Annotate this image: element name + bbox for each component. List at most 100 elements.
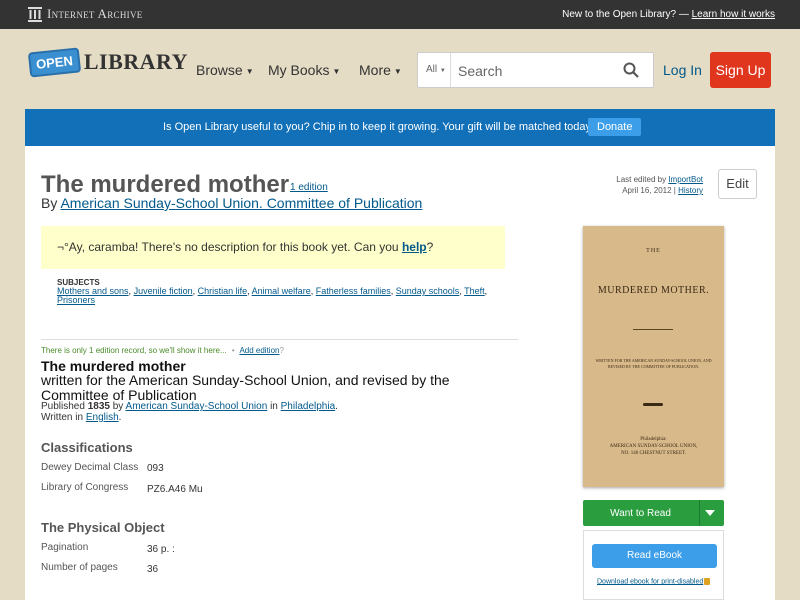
published-year: 1835 (87, 401, 110, 412)
search-icon[interactable] (623, 62, 639, 78)
language-link[interactable]: English (86, 412, 119, 423)
last-edited-prefix: Last edited by (616, 175, 667, 184)
dropdown-arrow-icon[interactable] (705, 510, 715, 516)
subject-link[interactable]: Fatherless families (316, 286, 391, 296)
bullet-separator: • (231, 346, 235, 355)
edition-subtitle: written for the American Sunday-School U… (41, 372, 450, 403)
section-divider (41, 339, 518, 340)
last-edited-info: Last edited by ImportBot April 16, 2012 … (616, 174, 703, 196)
cover-text-the: THE (646, 248, 661, 254)
publisher-link[interactable]: American Sunday-School Union (126, 401, 268, 412)
author-link[interactable]: American Sunday-School Union. Committee … (60, 195, 422, 211)
nav-browse[interactable]: Browse ▼ (196, 62, 254, 78)
download-print-disabled: Download ebook for print-disabled (597, 578, 711, 585)
history-link[interactable]: History (678, 186, 703, 195)
login-link[interactable]: Log In (663, 62, 702, 78)
published-in: in (270, 401, 278, 412)
signup-button[interactable]: Sign Up (710, 52, 771, 88)
subject-link[interactable]: Juvenile fiction (134, 286, 193, 296)
nav-my-books-label: My Books (268, 62, 330, 78)
pages-value: 36 (147, 564, 159, 575)
pagination-label: Pagination (41, 542, 89, 553)
subject-link[interactable]: Animal welfare (252, 286, 311, 296)
editions-link[interactable]: 1 edition (290, 182, 328, 193)
logo-open-sign: OPEN (27, 46, 82, 78)
new-user-prompt: New to the Open Library? — Learn how it … (562, 9, 775, 20)
download-link[interactable]: Download ebook for print-disabled (597, 578, 703, 585)
dewey-value: 093 (147, 463, 164, 474)
classifications-heading: Classifications (41, 440, 133, 455)
last-edited-by-link[interactable]: ImportBot (668, 175, 703, 184)
edition-language: Written in English. (41, 412, 122, 423)
internet-archive-bar: Internet Archive New to the Open Library… (0, 0, 800, 29)
new-user-text: New to the Open Library? — (562, 9, 689, 20)
ebook-panel: Read eBook Download ebook for print-disa… (583, 530, 724, 600)
chevron-down-icon: ▼ (245, 66, 254, 76)
subject-link[interactable]: Theft (464, 286, 485, 296)
last-edited-date: April 16, 2012 | (622, 186, 676, 195)
single-edition-text: There is only 1 edition record, so we'll… (41, 346, 227, 355)
subject-link[interactable]: Christian life (198, 286, 248, 296)
cover-text-publisher: AMERICAN SUNDAY-SCHOOL UNION, (609, 444, 698, 449)
pagination-value: 36 p. : (147, 544, 175, 555)
subjects-list: Mothers and sons, Juvenile fiction, Chri… (57, 286, 488, 305)
cover-text-address: NO. 146 CHESTNUT STREET. (621, 451, 686, 456)
published-prefix: Published (41, 401, 85, 412)
internet-archive-label: Internet Archive (47, 6, 143, 21)
chevron-down-icon: ▼ (393, 66, 402, 76)
nav-more-label: More (359, 62, 391, 78)
help-link[interactable]: help (402, 240, 427, 254)
archive-building-icon (28, 6, 42, 22)
book-content: The murdered mother 1 edition By America… (25, 146, 775, 600)
nav-browse-label: Browse (196, 62, 243, 78)
published-by: by (112, 401, 124, 412)
cover-text-title: MURDERED MOTHER. (597, 285, 710, 296)
search-scope-select[interactable]: All ▼ (418, 53, 451, 87)
donation-text: Is Open Library useful to you? Chip in t… (163, 121, 595, 133)
help-suffix: ? (426, 240, 434, 254)
subject-link[interactable]: Sunday schools (396, 286, 460, 296)
chevron-down-icon: ▼ (439, 68, 446, 74)
physical-heading: The Physical Object (41, 520, 165, 535)
cover-text-written: WRITTEN FOR THE AMERICAN SUNDAY-SCHOOL U… (595, 358, 712, 369)
search-box: All ▼ Search (417, 52, 654, 88)
learn-how-link[interactable]: Learn how it works (692, 9, 775, 20)
want-to-read-button[interactable]: Want to Read (583, 500, 724, 526)
loc-label: Library of Congress (41, 482, 129, 493)
single-edition-notice: There is only 1 edition record, so we'll… (41, 346, 284, 355)
no-description-notice: ¬°Ay, caramba! There's no description fo… (41, 226, 505, 269)
subjects-section: SUBJECTS Mothers and sons, Juvenile fict… (57, 278, 512, 305)
cover-ornament (643, 403, 663, 406)
open-library-logo[interactable]: OPEN LIBRARY (27, 46, 189, 78)
read-ebook-button[interactable]: Read eBook (592, 544, 717, 568)
lock-icon (704, 578, 711, 585)
donation-banner: Is Open Library useful to you? Chip in t… (25, 109, 775, 146)
chevron-down-icon: ▼ (332, 66, 341, 76)
subject-link[interactable]: Prisoners (57, 295, 95, 305)
add-edition-suffix: ? (279, 346, 284, 355)
button-separator (699, 500, 700, 526)
want-to-read-label: Want to Read (610, 508, 671, 519)
edit-button[interactable]: Edit (718, 169, 757, 199)
work-byline: By American Sunday-School Union. Committ… (41, 195, 422, 211)
book-cover-image[interactable]: THE MURDERED MOTHER. WRITTEN FOR THE AME… (583, 226, 724, 487)
edition-published: Published 1835 by American Sunday-School… (41, 401, 338, 412)
cover-rule (633, 329, 673, 330)
loc-value: PZ6.A46 Mu (147, 484, 203, 495)
cover-text-place: Philadelphia: (640, 437, 667, 442)
pages-label: Number of pages (41, 562, 118, 573)
internet-archive-logo[interactable]: Internet Archive (28, 6, 143, 22)
written-in-prefix: Written in (41, 412, 84, 423)
by-prefix: By (41, 195, 58, 211)
place-link[interactable]: Philadelphia (281, 401, 336, 412)
search-input[interactable]: Search (458, 63, 502, 79)
logo-library-text: LIBRARY (83, 49, 189, 74)
nav-my-books[interactable]: My Books ▼ (268, 62, 340, 78)
dewey-label: Dewey Decimal Class (41, 462, 139, 473)
add-edition-link[interactable]: Add edition (239, 346, 279, 355)
no-description-text: ¬°Ay, caramba! There's no description fo… (57, 240, 399, 254)
site-header: OPEN LIBRARY Browse ▼ My Books ▼ More ▼ All… (0, 29, 800, 109)
donate-button[interactable]: Donate (588, 118, 642, 136)
nav-more[interactable]: More ▼ (359, 62, 402, 78)
search-scope-label: All (426, 64, 438, 75)
